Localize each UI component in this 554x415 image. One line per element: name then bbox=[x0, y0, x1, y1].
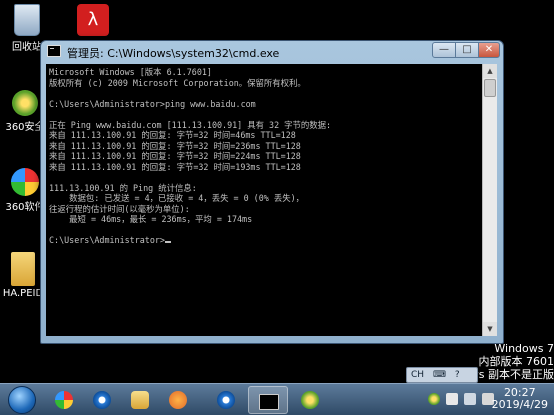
console-line: 最短 = 46ms，最长 = 236ms，平均 = 174ms bbox=[49, 214, 253, 224]
console-line: 111.13.100.91 的 Ping 统计信息: bbox=[49, 182, 197, 193]
language-bar[interactable]: CH ⌨ ? bbox=[406, 367, 478, 383]
watermark-line: 内部版本 7601 bbox=[478, 355, 554, 368]
taskbar-item-360-safe[interactable] bbox=[292, 386, 328, 414]
ie-icon bbox=[217, 391, 235, 409]
start-button[interactable] bbox=[8, 386, 36, 414]
text-cursor bbox=[164, 241, 171, 243]
vertical-scrollbar[interactable]: ▲ ▼ bbox=[482, 64, 497, 336]
watermark-line: ws 副本不是正版 bbox=[469, 368, 554, 381]
console-line: 来自 111.13.100.91 的回复: 字节=32 时间=224ms TTL… bbox=[49, 151, 301, 161]
minimize-button[interactable]: — bbox=[432, 42, 456, 58]
maximize-button[interactable]: □ bbox=[455, 42, 479, 58]
title-bar[interactable]: 管理员: C:\Windows\system32\cmd.exe — □ ✕ bbox=[41, 41, 503, 63]
360-safe-icon bbox=[301, 391, 319, 409]
keyboard-icon[interactable]: ⌨ bbox=[433, 370, 446, 380]
console-line: 往返行程的估计时间(以毫秒为单位): bbox=[49, 203, 190, 214]
window-title: 管理员: C:\Windows\system32\cmd.exe bbox=[67, 47, 280, 60]
close-button[interactable]: ✕ bbox=[478, 42, 500, 58]
console-line: C:\Users\Administrator>ping www.baidu.co… bbox=[49, 98, 256, 109]
scroll-thumb[interactable] bbox=[484, 79, 496, 97]
console-line: 正在 Ping www.baidu.com [111.13.100.91] 具有… bbox=[49, 119, 332, 130]
console-output[interactable]: Microsoft Windows [版本 6.1.7601] 版权所有 (c)… bbox=[46, 64, 482, 336]
tray-360-icon[interactable] bbox=[428, 393, 440, 405]
taskbar-item-explorer[interactable] bbox=[122, 386, 158, 414]
console-line: 来自 111.13.100.91 的回复: 字节=32 时间=236ms TTL… bbox=[49, 140, 301, 151]
scroll-up-icon[interactable]: ▲ bbox=[483, 64, 497, 78]
folder-icon bbox=[131, 391, 149, 409]
console-line: Microsoft Windows [版本 6.1.7601] bbox=[49, 67, 212, 77]
folder-icon bbox=[11, 252, 35, 286]
console-line: 来自 111.13.100.91 的回复: 字节=32 时间=46ms TTL=… bbox=[49, 130, 296, 140]
activation-watermark: Windows 7 内部版本 7601 ws 副本不是正版 bbox=[470, 342, 554, 381]
watermark-line: Windows 7 bbox=[494, 342, 554, 355]
tray-action-center-icon[interactable] bbox=[446, 393, 458, 405]
console-line: 数据包: 已发送 = 4，已接收 = 4，丢失 = 0 (0% 丢失)， bbox=[49, 193, 305, 203]
scroll-down-icon[interactable]: ▼ bbox=[483, 322, 497, 336]
taskbar-item-cmd[interactable] bbox=[248, 386, 288, 414]
taskbar-item-ie[interactable] bbox=[84, 386, 120, 414]
recycle-bin-icon bbox=[14, 4, 40, 36]
console-prompt: C:\Users\Administrator> bbox=[49, 235, 165, 245]
language-indicator[interactable]: CH bbox=[411, 370, 424, 380]
cmd-icon bbox=[47, 45, 61, 57]
console-line: 来自 111.13.100.91 的回复: 字节=32 时间=193ms TTL… bbox=[49, 161, 301, 172]
desktop-icon-pdf[interactable]: λ bbox=[70, 4, 116, 38]
taskbar-item-ie2[interactable] bbox=[208, 386, 244, 414]
console-line: 版权所有 (c) 2009 Microsoft Corporation。保留所有… bbox=[49, 77, 306, 88]
360-icon bbox=[55, 391, 73, 409]
console-prompt-line[interactable]: C:\Users\Administrator> bbox=[49, 235, 480, 246]
taskbar: 20:27 2019/4/29 bbox=[0, 383, 554, 415]
media-player-icon bbox=[169, 391, 187, 409]
tray-network-icon[interactable] bbox=[464, 393, 476, 405]
360-safe-icon bbox=[12, 90, 38, 116]
cmd-icon bbox=[259, 394, 279, 410]
help-icon[interactable]: ? bbox=[455, 370, 460, 380]
clock[interactable]: 20:27 2019/4/29 bbox=[492, 387, 548, 411]
cmd-window: 管理员: C:\Windows\system32\cmd.exe — □ ✕ M… bbox=[40, 40, 504, 344]
ie-icon bbox=[93, 391, 111, 409]
taskbar-item-360[interactable] bbox=[46, 386, 82, 414]
clock-date: 2019/4/29 bbox=[491, 398, 548, 411]
pdf-icon: λ bbox=[77, 4, 109, 36]
taskbar-item-media[interactable] bbox=[160, 386, 196, 414]
360-software-icon bbox=[11, 168, 39, 196]
